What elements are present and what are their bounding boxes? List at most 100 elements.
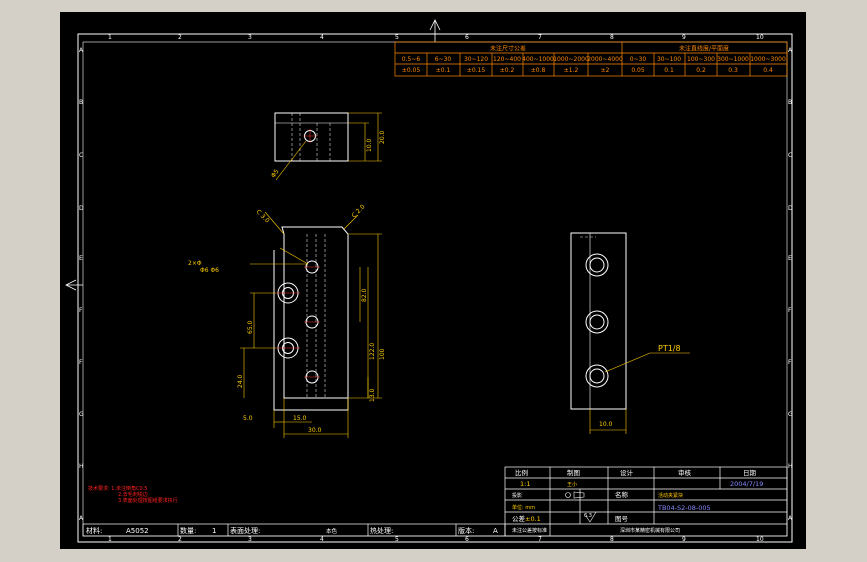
dim-15: 15.0: [293, 415, 307, 422]
dim-24: 24.0: [237, 374, 244, 388]
dim-100: 100: [379, 348, 386, 360]
zone-b4: 4: [320, 536, 324, 543]
tol-range: 0.5~6: [402, 56, 421, 63]
top-view-dim-text: 20.0 10.0 Φ5: [270, 130, 386, 179]
top-view: [274, 112, 349, 162]
zone-8: 8: [610, 34, 614, 41]
zone-b10: 10: [756, 536, 764, 543]
dim-13: 13.0: [369, 388, 376, 402]
tol-range: 30~120: [464, 56, 488, 63]
bottom-bar-text: 材料: A5052 数量: 1 表面处理: 本色 热处理: 版本: A: [86, 526, 498, 535]
zone-rf: F: [788, 307, 792, 314]
pt-note: PT1/8: [658, 344, 681, 353]
zone-rf2: F: [788, 359, 792, 366]
tol-value: ±0.1: [436, 67, 451, 74]
bb-surf: 本色: [326, 527, 338, 535]
zone-b6: 6: [465, 536, 469, 543]
bb-qty: 1: [212, 527, 216, 535]
tb-h-design: 设计: [620, 468, 634, 477]
tol-range: 6~30: [435, 56, 452, 63]
zone-10: 10: [756, 34, 764, 41]
tb-no-label: 图号: [615, 515, 629, 523]
zone-6: 6: [465, 34, 469, 41]
note-line: 2.去毛刺锐边: [118, 491, 148, 498]
zone-b3: 3: [248, 536, 252, 543]
side-port: [585, 310, 609, 334]
flat-range: 100~300: [687, 56, 715, 63]
tol-value: ±1.2: [564, 67, 579, 74]
zone-3: 3: [248, 34, 252, 41]
side-port: [585, 364, 609, 388]
tolerance-table-text: 未注尺寸公差 未注直线度/平面度 0.5~6 6~30 30~120 120~4…: [402, 45, 786, 75]
flat-value: 0.4: [763, 67, 773, 74]
flat-range: 30~100: [657, 56, 681, 63]
bb-material: A5052: [126, 527, 149, 535]
dim-65: 65.0: [247, 320, 254, 334]
zone-b9: 9: [682, 536, 686, 543]
bb-qty-label: 数量:: [180, 526, 196, 535]
zone-9: 9: [682, 34, 686, 41]
tol-value: ±0.2: [500, 67, 515, 74]
front-view: [273, 226, 349, 411]
tech-notes: 技术要求: 1.未注倒角C0.5 2.去毛刺锐边 3.表面处理按图纸要求执行: [88, 485, 178, 504]
tb-name-label: 名称: [615, 490, 629, 499]
zone-7: 7: [538, 34, 542, 41]
sheet-frame: [77, 33, 793, 543]
flat-value: 0.3: [728, 67, 738, 74]
zone-5: 5: [395, 34, 399, 41]
tol-value: ±0.15: [467, 67, 486, 74]
projection-symbol-cone: [573, 491, 585, 499]
tol-range: 400~1000: [522, 56, 554, 63]
zone-lf2: F: [79, 359, 83, 366]
top-center-arrow: [429, 19, 441, 42]
front-view-dims: [240, 211, 382, 438]
flat-value: 0.05: [631, 67, 645, 74]
dim-122: 122.0: [369, 343, 376, 360]
dim-chamfer-l: C 3.0: [255, 208, 271, 224]
dim-30: 30.0: [308, 427, 322, 434]
zone-rb: B: [788, 99, 792, 106]
flat-value: 0.2: [696, 67, 706, 74]
dim-hole-callout-1: 2×Φ: [188, 260, 202, 267]
zone-ld: D: [79, 205, 84, 212]
tol-value: ±0.05: [402, 67, 421, 74]
left-center-arrow: [65, 279, 83, 291]
side-port-inner: [589, 314, 605, 330]
title-block-border: [504, 466, 788, 537]
zone-re: E: [788, 255, 792, 262]
tb-h-check: 审核: [678, 468, 692, 477]
side-port-inner: [589, 257, 605, 273]
zone-rd: D: [788, 205, 793, 212]
zone-b8: 8: [610, 536, 614, 543]
tol-value: ±0.8: [531, 67, 546, 74]
projection-symbol: [565, 492, 571, 498]
zone-numbers-top: 1 2 3 4 5 6 7 8 9 10: [108, 34, 764, 41]
flat-value: 0.1: [664, 67, 674, 74]
zone-rg: G: [788, 411, 793, 418]
flat-range: 300~1000: [717, 56, 749, 63]
title-block: [504, 466, 788, 537]
tb-scale: 1:1: [520, 480, 530, 488]
tol-right-header: 未注直线度/平面度: [679, 45, 729, 53]
drawing-sheet: 1 2 3 4 5 6 7 8 9 10 1 2 3 4 5 6 7 8 9 1…: [65, 19, 793, 543]
tb-name: 活动夹紧块: [658, 492, 683, 499]
cad-viewport[interactable]: 1 2 3 4 5 6 7 8 9 10 1 2 3 4 5 6 7 8 9 1…: [60, 12, 806, 549]
dim-82: 82.0: [361, 288, 368, 302]
flat-range: 1000~3000: [750, 56, 786, 63]
note-line: 技术要求: 1.未注倒角C0.5: [88, 485, 148, 492]
zone-b2: 2: [178, 536, 182, 543]
zone-lb: B: [79, 99, 83, 106]
dim-hole-phi: Φ5: [270, 168, 281, 179]
zone-4: 4: [320, 34, 324, 41]
sheet-inner-frame: [82, 41, 788, 537]
zone-rh: H: [788, 463, 793, 470]
zone-rc: C: [788, 152, 792, 159]
zone-b1: 1: [108, 536, 112, 543]
tb-company-right: 深圳市某精密机械有限公司: [620, 527, 680, 534]
tb-tol-label: 公差: [512, 514, 526, 523]
dim-5: 5.0: [243, 415, 253, 422]
tb-rough: 6.3: [584, 513, 592, 519]
bb-material-label: 材料:: [86, 526, 102, 535]
dim-20: 20.0: [379, 130, 386, 144]
tb-drawing-no: TB04-S2-08-005: [657, 504, 711, 512]
